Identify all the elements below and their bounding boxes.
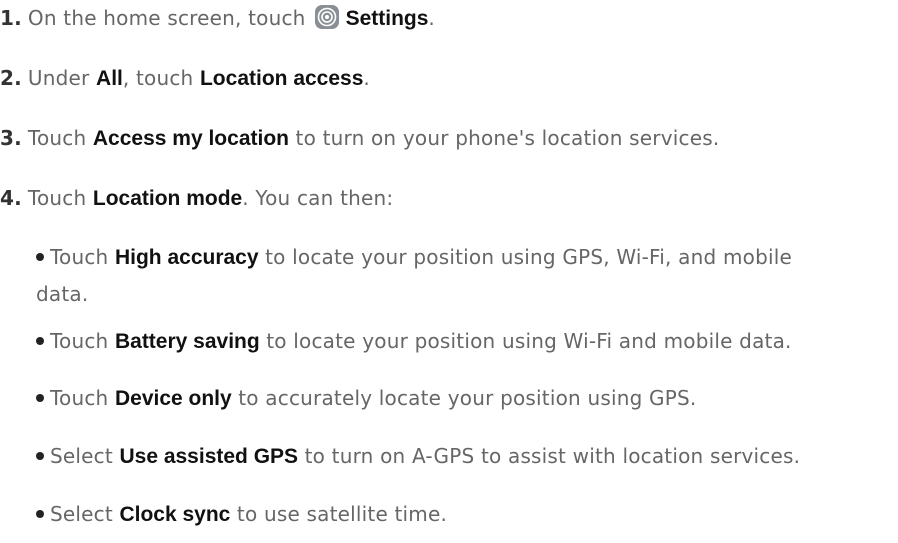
access-my-location-label: Access my location bbox=[92, 127, 289, 150]
step-text: Under bbox=[27, 66, 97, 90]
bullet-device-only: Touch Device only to accurately locate y… bbox=[36, 384, 696, 413]
step-3: 3. Touch Access my location to turn on yo… bbox=[0, 124, 719, 153]
step-2: 2. Under All, touch Location access. bbox=[0, 64, 370, 93]
step-4: 4. Touch Location mode. You can then: bbox=[0, 184, 393, 213]
bullet-text: to locate your position using Wi-Fi and … bbox=[259, 329, 792, 353]
bullet-battery-saving: Touch Battery saving to locate your posi… bbox=[36, 327, 792, 356]
battery-saving-label: Battery saving bbox=[114, 330, 260, 353]
step-text: . You can then: bbox=[242, 186, 394, 210]
step-number: 3. bbox=[0, 126, 22, 150]
bullet-icon bbox=[36, 337, 44, 345]
bullet-text: Touch bbox=[50, 245, 115, 269]
settings-gear-icon bbox=[314, 4, 340, 30]
settings-label: Settings bbox=[345, 7, 429, 30]
location-mode-label: Location mode bbox=[92, 187, 243, 210]
step-1: 1. On the home screen, touch Settings. bbox=[0, 4, 435, 33]
bullet-continuation: data. bbox=[36, 280, 88, 308]
bullet-text: to turn on A-GPS to assist with location… bbox=[298, 444, 801, 468]
location-access-label: Location access bbox=[199, 67, 364, 90]
step-punct: . bbox=[363, 66, 370, 90]
bullet-icon bbox=[36, 452, 44, 460]
bullet-text: to locate your position using GPS, Wi-Fi… bbox=[258, 245, 792, 269]
step-text: Touch bbox=[27, 126, 93, 150]
bullet-icon bbox=[36, 510, 44, 518]
clock-sync-label: Clock sync bbox=[119, 503, 231, 526]
bullet-text: to use satellite time. bbox=[230, 502, 448, 526]
bullet-icon bbox=[36, 253, 44, 261]
device-only-label: Device only bbox=[114, 387, 232, 410]
bullet-high-accuracy: Touch High accuracy to locate your posit… bbox=[36, 243, 792, 272]
step-text: On the home screen, touch bbox=[27, 6, 306, 30]
step-number: 2. bbox=[0, 66, 22, 90]
bullet-icon bbox=[36, 394, 44, 402]
bullet-text: Select bbox=[50, 444, 120, 468]
use-assisted-gps-label: Use assisted GPS bbox=[119, 445, 299, 468]
step-number: 1. bbox=[0, 6, 22, 30]
bullet-text: to accurately locate your position using… bbox=[231, 386, 697, 410]
bullet-assisted-gps: Select Use assisted GPS to turn on A-GPS… bbox=[36, 442, 800, 471]
bullet-text: Touch bbox=[50, 329, 115, 353]
step-punct: . bbox=[428, 6, 435, 30]
bullet-text: Touch bbox=[50, 386, 115, 410]
high-accuracy-label: High accuracy bbox=[114, 246, 259, 269]
step-text: to turn on your phone's location service… bbox=[288, 126, 720, 150]
all-label: All bbox=[96, 67, 123, 90]
bullet-clock-sync: Select Clock sync to use satellite time. bbox=[36, 500, 447, 529]
step-number: 4. bbox=[0, 186, 22, 210]
bullet-text: Select bbox=[50, 502, 120, 526]
step-text: , touch bbox=[122, 66, 200, 90]
bullet-text: data. bbox=[36, 282, 89, 306]
step-text: Touch bbox=[27, 186, 93, 210]
